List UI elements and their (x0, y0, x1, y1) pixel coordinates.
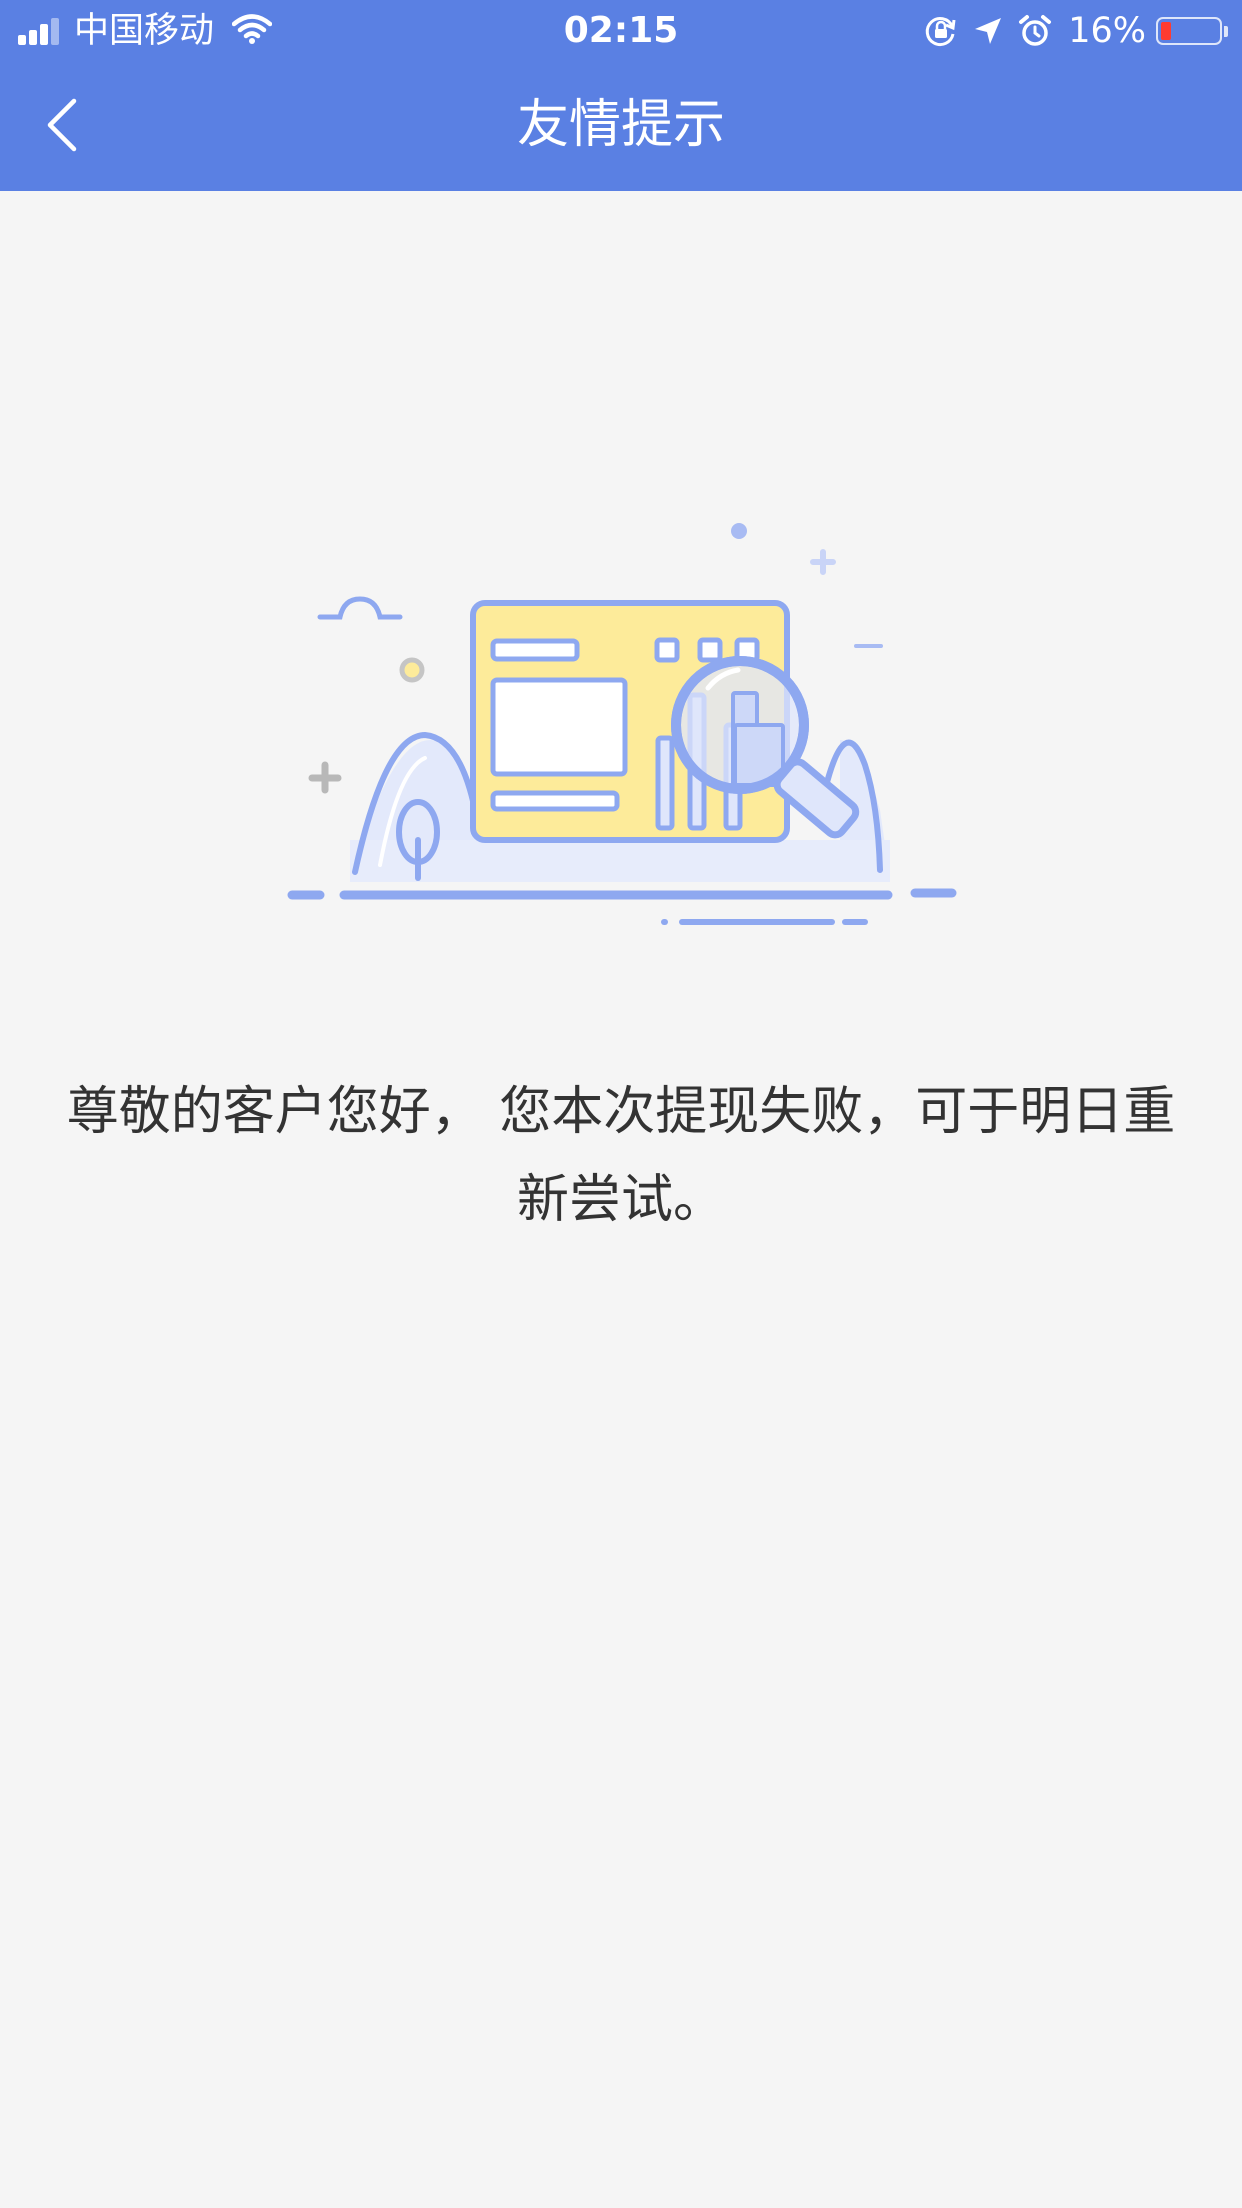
location-icon (972, 15, 1004, 47)
rotation-lock-icon (924, 14, 958, 48)
alarm-icon (1018, 14, 1052, 48)
header: 中国移动 02:15 16% 友情提示 (0, 0, 1242, 191)
status-right: 16% (910, 8, 1228, 54)
nav-bar: 友情提示 (0, 62, 1242, 191)
battery-percent: 16% (1068, 11, 1146, 51)
status-bar: 中国移动 02:15 16% (0, 0, 1242, 62)
page-title: 友情提示 (516, 95, 725, 155)
result-message: 尊敬的客户您好， 您本次提现失败，可于明日重新尝试。 (66, 1082, 1176, 1230)
battery-icon (1156, 17, 1222, 45)
empty-state-illustration (280, 510, 970, 940)
